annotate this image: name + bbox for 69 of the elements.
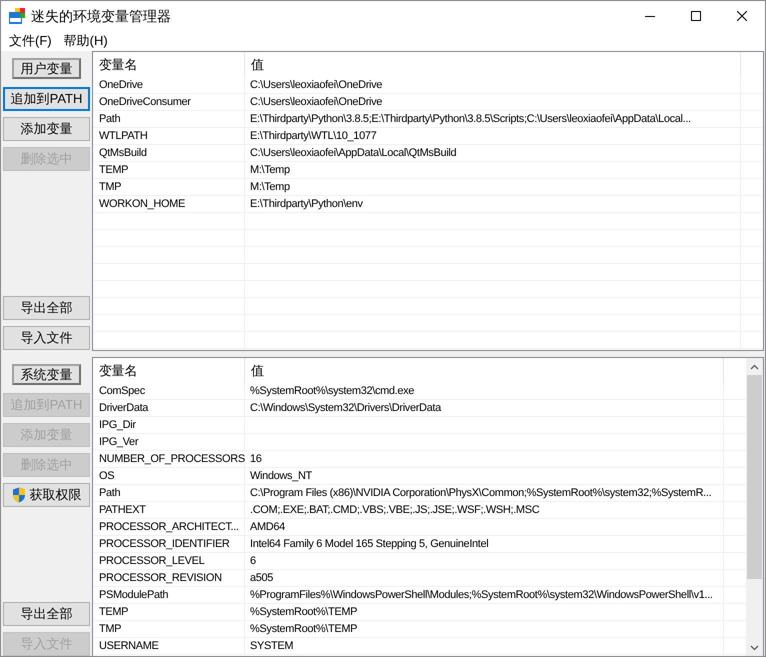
table-cell: WTLPATH bbox=[93, 128, 245, 144]
close-icon bbox=[737, 11, 747, 21]
action-button[interactable]: 获取权限 bbox=[3, 483, 90, 507]
table-cell: Intel64 Family 6 Model 165 Stepping 5, GenuineIntel bbox=[245, 536, 724, 552]
shield-icon bbox=[12, 487, 26, 503]
action-button[interactable]: 导出全部 bbox=[3, 296, 90, 320]
table-cell: Windows_NT bbox=[245, 468, 724, 484]
action-button[interactable]: 添加变量 bbox=[3, 117, 90, 141]
table-cell: TEMP bbox=[93, 162, 245, 178]
maximize-icon bbox=[691, 11, 701, 21]
table-cell: Path bbox=[93, 485, 245, 501]
variable-type-toggle[interactable]: 系统变量 bbox=[12, 364, 81, 385]
table-cell: OS bbox=[93, 468, 245, 484]
table-cell: USERNAME bbox=[93, 638, 245, 654]
table-cell: TMP bbox=[93, 179, 245, 195]
table-cell: PROCESSOR_ARCHITECT... bbox=[93, 519, 245, 535]
table-cell: PATHEXT bbox=[93, 502, 245, 518]
scrollbar-thumb[interactable] bbox=[747, 375, 762, 579]
table-cell: .COM;.EXE;.BAT;.CMD;.VBS;.VBE;.JS;.JSE;.WSF;.WSH;.MSC bbox=[245, 502, 724, 518]
table-cell: IPG_Ver bbox=[93, 434, 245, 450]
table-cell: E:\Thirdparty\Python\env bbox=[245, 196, 741, 212]
table-cell: AMD64 bbox=[245, 519, 724, 535]
table-cell: ComSpec bbox=[93, 383, 245, 399]
table-cell: 6 bbox=[245, 553, 724, 569]
table-cell: C:\Users\leoxiaofei\AppData\Local\QtMsBuild bbox=[245, 145, 741, 161]
table-cell: TEMP bbox=[93, 604, 245, 620]
action-button[interactable]: 导出全部 bbox=[3, 602, 90, 626]
table-cell: %ProgramFiles%\WindowsPowerShell\Modules;%SystemRoot%\system32\WindowsPowerShell\v1... bbox=[245, 587, 724, 603]
table-cell: %SystemRoot%\TEMP bbox=[245, 621, 724, 637]
app-logo-icon bbox=[9, 8, 25, 24]
table-cell: Path bbox=[93, 111, 245, 127]
column-header[interactable]: 变量名 bbox=[93, 52, 245, 77]
column-header[interactable]: 变量名 bbox=[93, 358, 245, 383]
table-cell: E:\Thirdparty\WTL\10_1077 bbox=[245, 128, 741, 144]
variable-type-toggle[interactable]: 用户变量 bbox=[12, 58, 81, 79]
action-button[interactable]: 导入文件 bbox=[3, 326, 90, 350]
table-cell: C:\Users\leoxiaofei\OneDrive bbox=[245, 94, 741, 110]
table-cell: a505 bbox=[245, 570, 724, 586]
action-button[interactable]: 追加到PATH bbox=[3, 87, 90, 111]
table-cell: PSModulePath bbox=[93, 587, 245, 603]
table-cell: PROCESSOR_IDENTIFIER bbox=[93, 536, 245, 552]
scroll-down-icon[interactable] bbox=[750, 644, 759, 650]
table-cell: M:\Temp bbox=[245, 162, 741, 178]
table-cell: %SystemRoot%\TEMP bbox=[245, 604, 724, 620]
table-cell: IPG_Dir bbox=[93, 417, 245, 433]
table-cell: WORKON_HOME bbox=[93, 196, 245, 212]
scroll-up-icon[interactable] bbox=[750, 364, 759, 370]
table-cell: PROCESSOR_REVISION bbox=[93, 570, 245, 586]
table-cell: NUMBER_OF_PROCESSORS bbox=[93, 451, 245, 467]
window-title: 迷失的环境变量管理器 bbox=[31, 6, 172, 26]
table-cell: OneDriveConsumer bbox=[93, 94, 245, 110]
table-cell: SYSTEM bbox=[245, 638, 724, 654]
table-cell: %SystemRoot%\system32\cmd.exe bbox=[245, 383, 724, 399]
column-header[interactable]: 值 bbox=[245, 52, 741, 77]
table-cell: QtMsBuild bbox=[93, 145, 245, 161]
menu-item[interactable]: 帮助(H) bbox=[58, 31, 114, 51]
table-cell: DriverData bbox=[93, 400, 245, 416]
column-header[interactable]: 值 bbox=[245, 358, 724, 383]
table-cell: C:\Users\leoxiaofei\OneDrive bbox=[245, 77, 741, 93]
table-cell: E:\Thirdparty\Python\3.8.5;E:\Thirdparty\Python\3.8.5\Scripts;C:\Users\leoxiaofei\AppData\Local... bbox=[245, 111, 741, 127]
table-cell: OneDrive bbox=[93, 77, 245, 93]
vertical-scrollbar[interactable] bbox=[746, 358, 763, 656]
table-cell: 16 bbox=[245, 451, 724, 467]
table-cell: M:\Temp bbox=[245, 179, 741, 195]
table-cell: C:\Program Files (x86)\NVIDIA Corporation\PhysX\Common;%SystemRoot%\system32;%SystemR... bbox=[245, 485, 724, 501]
table-cell: TMP bbox=[93, 621, 245, 637]
table-cell: C:\Windows\System32\Drivers\DriverData bbox=[245, 400, 724, 416]
table-cell: PROCESSOR_LEVEL bbox=[93, 553, 245, 569]
menu-item[interactable]: 文件(F) bbox=[3, 31, 58, 51]
